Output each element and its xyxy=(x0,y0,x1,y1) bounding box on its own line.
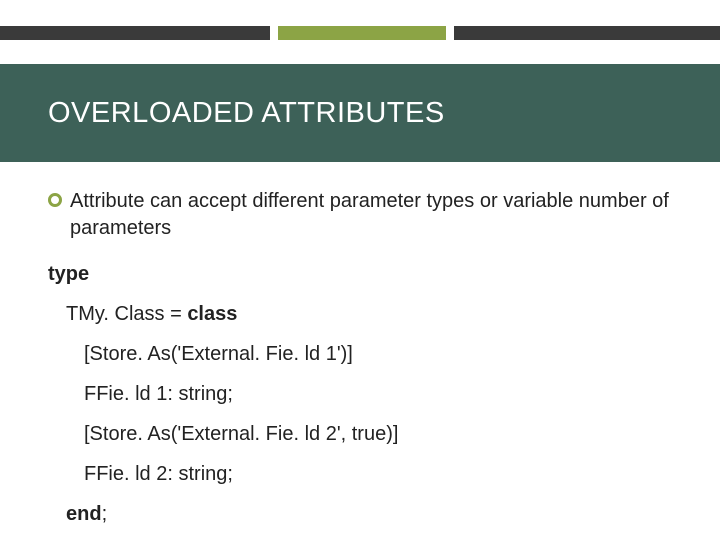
bullet-item: Attribute can accept different parameter… xyxy=(48,188,680,242)
bullet-icon xyxy=(48,193,62,207)
code-line: [Store. As('External. Fie. ld 2', true)] xyxy=(48,424,680,444)
bullet-text: Attribute can accept different parameter… xyxy=(70,188,680,242)
title-band: OVERLOADED ATTRIBUTES xyxy=(0,64,720,162)
slide-content: Attribute can accept different parameter… xyxy=(48,188,680,544)
code-line: FFie. ld 1: string; xyxy=(48,384,680,404)
keyword-type: type xyxy=(48,263,89,285)
keyword-class: class xyxy=(187,303,237,325)
code-line: end; xyxy=(48,504,680,524)
code-line: type xyxy=(48,264,680,284)
stripe-segment xyxy=(0,26,270,40)
keyword-end: end xyxy=(66,503,102,525)
stripe-gap xyxy=(446,26,454,40)
stripe-segment-accent xyxy=(278,26,446,40)
code-block: type TMy. Class = class [Store. As('Exte… xyxy=(48,264,680,524)
code-line: [Store. As('External. Fie. ld 1')] xyxy=(48,344,680,364)
code-line: TMy. Class = class xyxy=(48,304,680,324)
class-decl-prefix: TMy. Class = xyxy=(66,303,187,325)
stripe-segment xyxy=(454,26,720,40)
code-line: FFie. ld 2: string; xyxy=(48,464,680,484)
stripe-gap xyxy=(270,26,278,40)
end-semicolon: ; xyxy=(102,503,108,525)
slide-title: OVERLOADED ATTRIBUTES xyxy=(48,97,445,130)
decorative-top-stripe xyxy=(0,26,720,40)
